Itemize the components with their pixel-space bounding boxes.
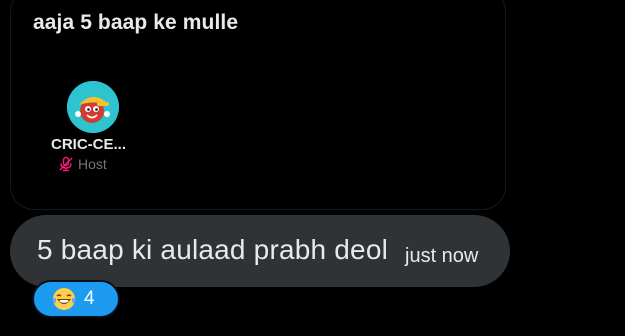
participant-name: CRIC-CE... <box>51 136 126 153</box>
cartoon-avatar-icon <box>67 81 119 133</box>
participant-role-row: Host <box>58 156 107 172</box>
participant-role: Host <box>78 156 107 172</box>
reaction-count: 4 <box>84 288 95 309</box>
mic-muted-icon <box>59 156 73 172</box>
avatar[interactable] <box>67 81 119 133</box>
laughing-tears-emoji-icon <box>53 288 75 310</box>
message-bubble[interactable]: 5 baap ki aulaad prabh deol just now <box>10 215 510 287</box>
space-card[interactable]: aaja 5 baap ke mulle CRIC-CE... Host <box>10 0 506 210</box>
chat-view: aaja 5 baap ke mulle CRIC-CE... Host 5 b… <box>0 0 625 336</box>
message-text: 5 baap ki aulaad prabh deol <box>37 234 389 265</box>
message-timestamp: just now <box>405 245 479 267</box>
reaction-button[interactable]: 4 <box>32 280 120 318</box>
space-title: aaja 5 baap ke mulle <box>33 11 239 34</box>
